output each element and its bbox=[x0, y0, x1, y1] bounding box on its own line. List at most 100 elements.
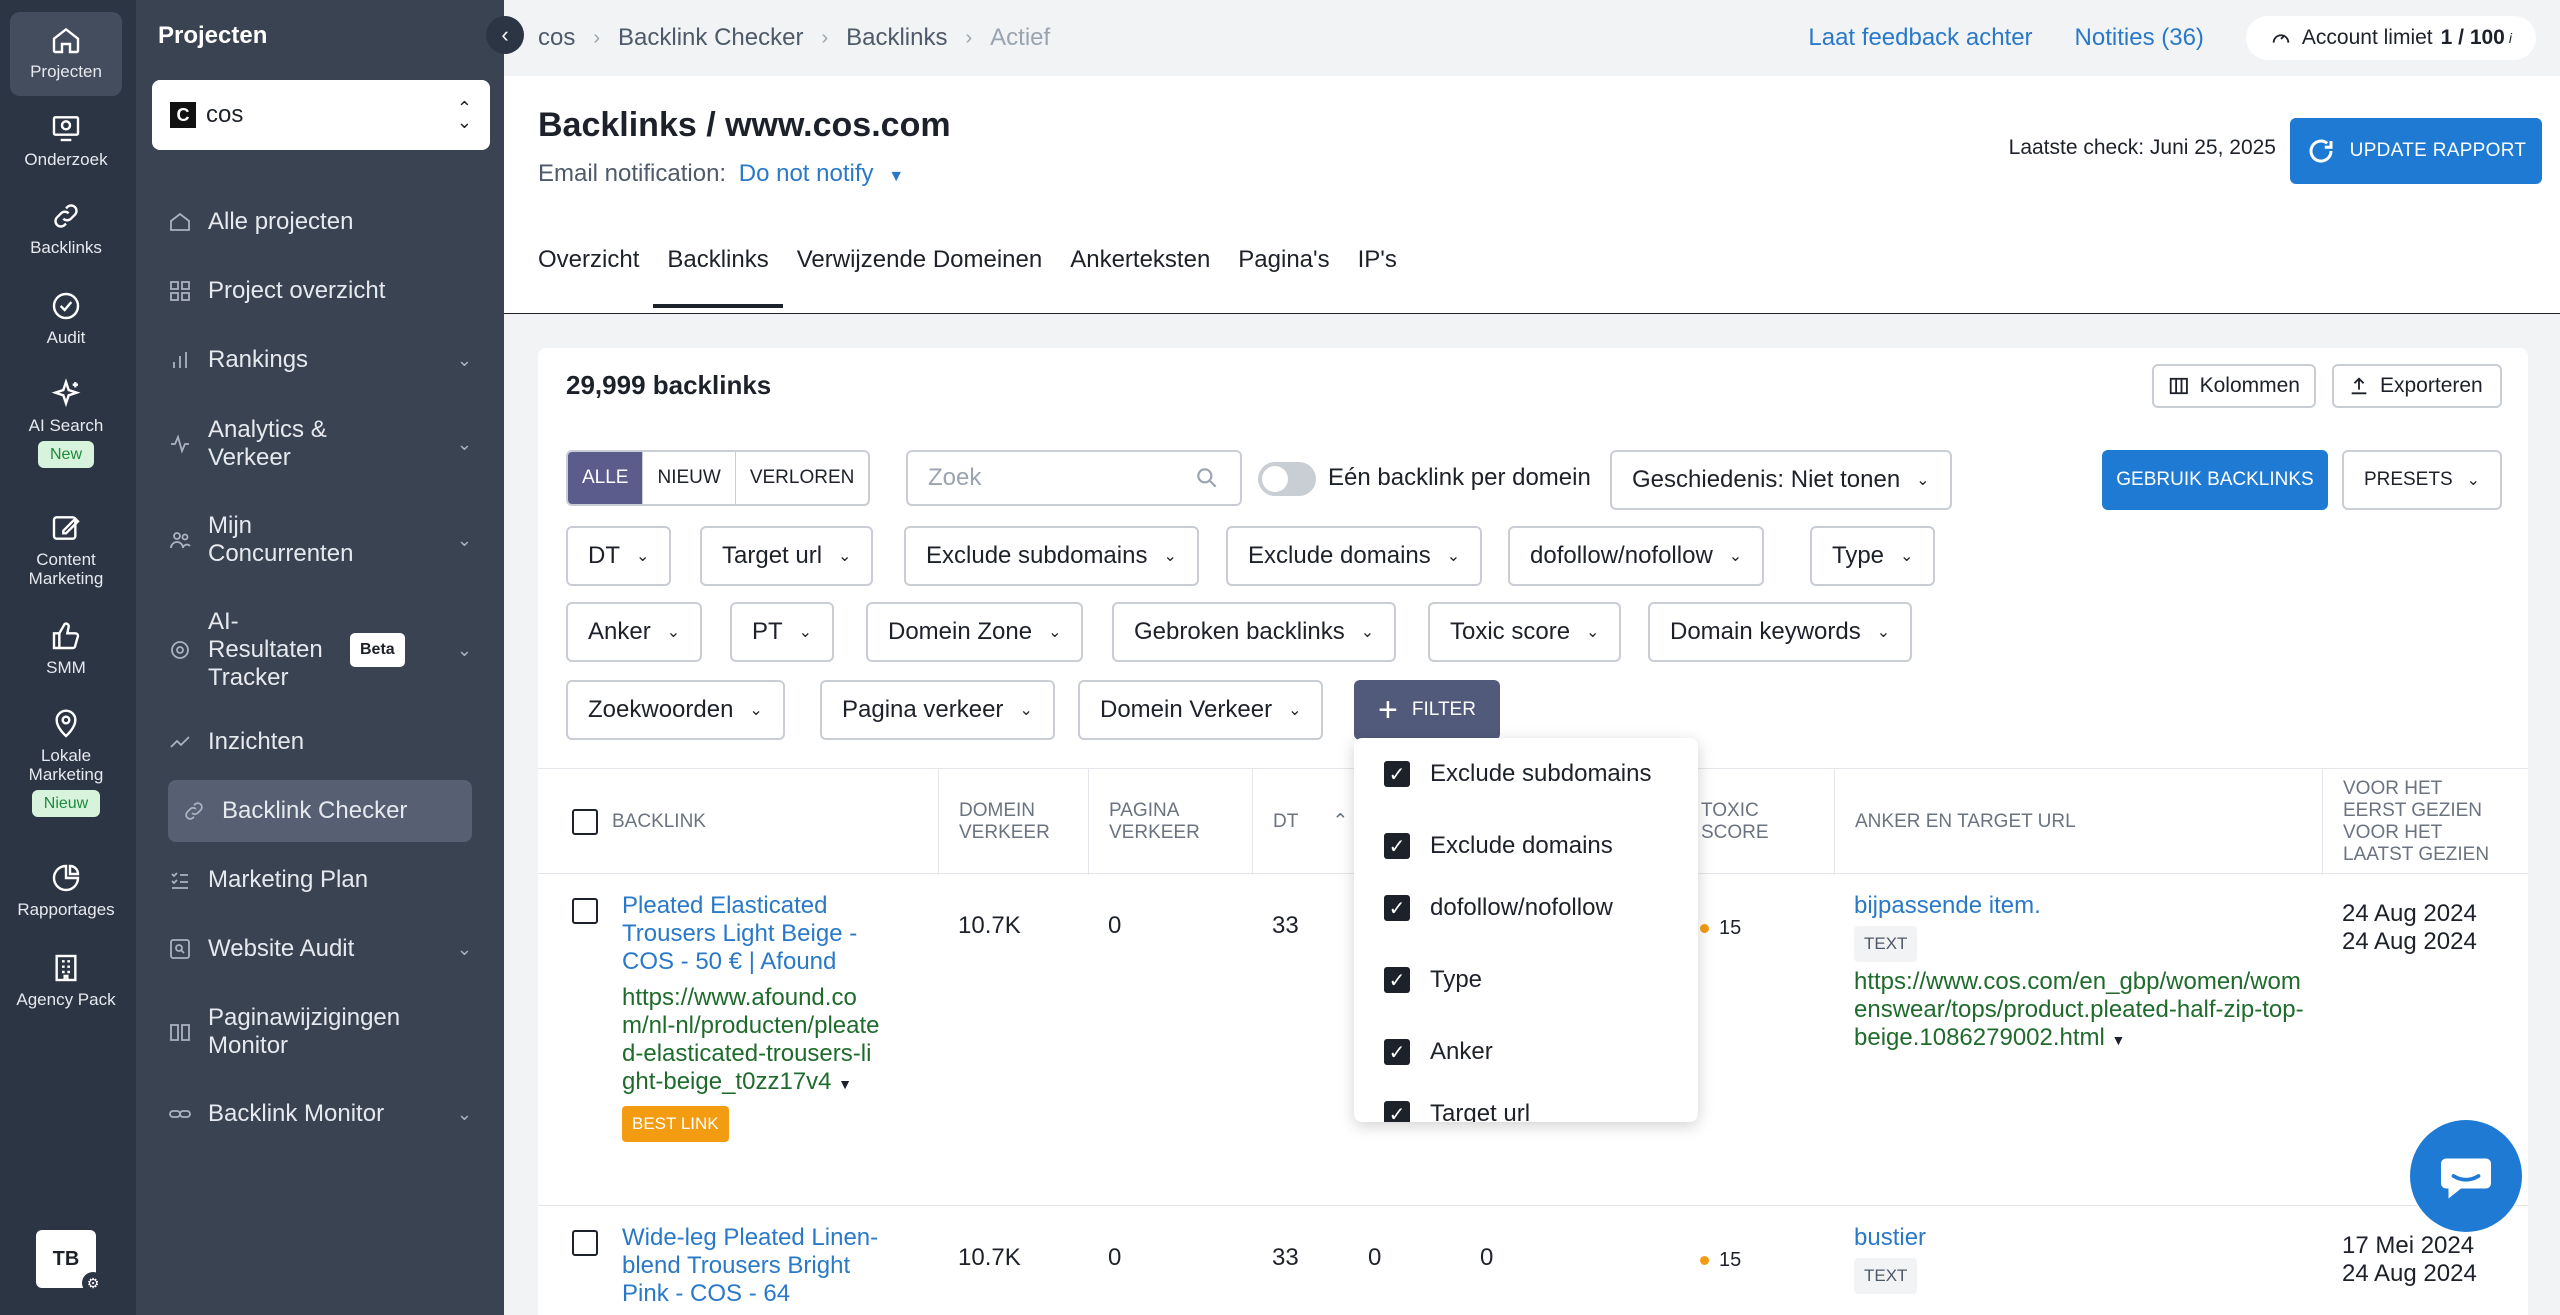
column-toxic-score[interactable]: TOXIC SCORE bbox=[1680, 769, 1834, 875]
tab-overzicht[interactable]: Overzicht bbox=[538, 246, 639, 308]
dropdown-option[interactable]: ✓ Type bbox=[1384, 966, 1482, 994]
avatar[interactable]: TB ⚙ bbox=[36, 1230, 104, 1294]
filter-zoekwoorden[interactable]: Zoekwoorden ⌄ bbox=[566, 680, 785, 740]
sidebar-item-alle-projecten[interactable]: Alle projecten bbox=[168, 208, 472, 236]
checkbox-checked-icon[interactable]: ✓ bbox=[1384, 967, 1410, 993]
tab-ankerteksten[interactable]: Ankerteksten bbox=[1070, 246, 1210, 308]
export-button[interactable]: Exporteren bbox=[2332, 364, 2502, 408]
checkbox-checked-icon[interactable]: ✓ bbox=[1384, 895, 1410, 921]
history-dropdown[interactable]: Geschiedenis: Niet tonen ⌄ bbox=[1610, 450, 1952, 510]
rail-item-smm[interactable]: SMM bbox=[10, 620, 122, 677]
filter-toxic-score[interactable]: Toxic score ⌄ bbox=[1428, 602, 1622, 662]
columns-button[interactable]: Kolommen bbox=[2152, 364, 2316, 408]
select-all-checkbox[interactable] bbox=[572, 809, 598, 835]
filter-anker[interactable]: Anker ⌄ bbox=[566, 602, 703, 662]
dropdown-option[interactable]: ✓ Anker bbox=[1384, 1038, 1493, 1066]
project-selector[interactable]: C cos ⌃ ⌄ bbox=[152, 80, 490, 150]
filter-pt[interactable]: PT ⌄ bbox=[730, 602, 835, 662]
filter-pagina-verkeer[interactable]: Pagina verkeer ⌄ bbox=[820, 680, 1055, 740]
dropdown-option-label: Target url bbox=[1430, 1100, 1531, 1122]
rail-item-backlinks[interactable]: Backlinks bbox=[10, 200, 122, 257]
last-seen: 24 Aug 2024 bbox=[2342, 928, 2477, 955]
dropdown-option[interactable]: ✓ Exclude subdomains bbox=[1384, 760, 1651, 788]
tab-backlinks[interactable]: Backlinks bbox=[653, 246, 783, 308]
rail-item-content-marketing[interactable]: Content Marketing bbox=[10, 512, 122, 588]
notify-dropdown[interactable]: Do not notify ▼ bbox=[739, 160, 904, 187]
backlink-title-link[interactable]: Wide-leg Pleated Linen-blend Trousers Br… bbox=[622, 1224, 882, 1308]
filter-dt[interactable]: DT ⌄ bbox=[566, 526, 672, 586]
sidebar-item-backlink-checker[interactable]: Backlink Checker bbox=[168, 780, 472, 842]
chevron-down-icon: ⌄ bbox=[798, 624, 813, 641]
filter-exclude-domains[interactable]: Exclude domains ⌄ bbox=[1226, 526, 1483, 586]
update-report-button[interactable]: UPDATE RAPPORT bbox=[2290, 118, 2542, 184]
checkbox-checked-icon[interactable]: ✓ bbox=[1384, 1101, 1410, 1122]
breadcrumb-item[interactable]: Backlink Checker bbox=[618, 24, 803, 52]
column-page-traffic[interactable]: PAGINA VERKEER bbox=[1088, 769, 1252, 875]
rail-item-agency-pack[interactable]: Agency Pack bbox=[10, 952, 122, 1009]
filter-type[interactable]: Type ⌄ bbox=[1810, 526, 1936, 586]
segment-alle[interactable]: ALLE bbox=[568, 452, 644, 504]
target-url[interactable]: https://www.cos.com/en_gbp/women/womensw… bbox=[1854, 968, 2304, 1054]
filter-dofollow[interactable]: dofollow/nofollow ⌄ bbox=[1508, 526, 1765, 586]
dropdown-option[interactable]: ✓ dofollow/nofollow bbox=[1384, 894, 1613, 922]
rail-item-audit[interactable]: Audit bbox=[10, 290, 122, 347]
segment-verloren[interactable]: VERLOREN bbox=[736, 452, 869, 504]
checkbox-checked-icon[interactable]: ✓ bbox=[1384, 833, 1410, 859]
sidebar-item-ai-tracker[interactable]: AI-Resultaten Tracker Beta ⌄ bbox=[168, 608, 472, 692]
dropdown-option[interactable]: ✓ Target url bbox=[1384, 1100, 1530, 1122]
filter-domain-keywords[interactable]: Domain keywords ⌄ bbox=[1648, 602, 1913, 662]
notes-link[interactable]: Notities (36) bbox=[2075, 24, 2204, 52]
checkbox-checked-icon[interactable]: ✓ bbox=[1384, 1039, 1410, 1065]
one-per-domain-toggle[interactable] bbox=[1258, 462, 1316, 496]
anchor-text-link[interactable]: bustier bbox=[1854, 1224, 2304, 1252]
sidebar-item-project-overzicht[interactable]: Project overzicht bbox=[168, 277, 472, 305]
filter-exclude-subdomains[interactable]: Exclude subdomains ⌄ bbox=[904, 526, 1199, 586]
row-checkbox[interactable] bbox=[572, 1230, 598, 1256]
sidebar-item-analytics[interactable]: Analytics & Verkeer ⌄ bbox=[168, 416, 472, 472]
tab-verwijzende-domeinen[interactable]: Verwijzende Domeinen bbox=[797, 246, 1042, 308]
backlink-title-link[interactable]: Pleated Elasticated Trousers Light Beige… bbox=[622, 892, 882, 976]
sidebar-item-inzichten[interactable]: Inzichten bbox=[168, 728, 472, 756]
sidebar-item-rankings[interactable]: Rankings ⌄ bbox=[168, 346, 472, 374]
column-backlink[interactable]: BACKLINK bbox=[538, 769, 938, 875]
chat-button[interactable] bbox=[2410, 1120, 2522, 1232]
collapse-sidebar-button[interactable]: ‹ bbox=[486, 16, 524, 54]
sidebar-item-marketing-plan[interactable]: Marketing Plan bbox=[168, 866, 472, 894]
filter-domein-zone[interactable]: Domein Zone ⌄ bbox=[866, 602, 1084, 662]
anchor-text-link[interactable]: bijpassende item. bbox=[1854, 892, 2304, 920]
presets-button[interactable]: PRESETS ⌄ bbox=[2342, 450, 2502, 510]
account-limit[interactable]: Account limiet 1 / 100 i bbox=[2245, 16, 2536, 60]
column-seen[interactable]: VOOR HET EERST GEZIEN VOOR HET LAATST GE… bbox=[2322, 769, 2528, 875]
column-anchor[interactable]: ANKER EN TARGET URL bbox=[1834, 769, 2322, 875]
tab-ips[interactable]: IP's bbox=[1358, 246, 1397, 308]
feedback-link[interactable]: Laat feedback achter bbox=[1808, 24, 2032, 52]
filter-target-url[interactable]: Target url ⌄ bbox=[700, 526, 874, 586]
rail-item-rapportages[interactable]: Rapportages bbox=[10, 862, 122, 919]
row-checkbox[interactable] bbox=[572, 898, 598, 924]
filter-label: PT bbox=[752, 618, 783, 645]
add-filter-button[interactable]: + FILTER bbox=[1354, 680, 1500, 740]
sidebar-item-backlink-monitor[interactable]: Backlink Monitor ⌄ bbox=[168, 1100, 472, 1128]
dropdown-option[interactable]: ✓ Exclude domains bbox=[1384, 832, 1613, 860]
info-icon[interactable]: i bbox=[2509, 30, 2512, 46]
sidebar-item-paginawijzigingen[interactable]: Paginawijzigingen Monitor bbox=[168, 1004, 472, 1060]
rail-item-projecten[interactable]: Projecten bbox=[10, 12, 122, 96]
tab-paginas[interactable]: Pagina's bbox=[1238, 246, 1329, 308]
rail-item-onderzoek[interactable]: Onderzoek bbox=[10, 112, 122, 169]
search-input[interactable]: Zoek bbox=[906, 450, 1242, 506]
breadcrumb-item[interactable]: cos bbox=[538, 24, 575, 52]
checkbox-checked-icon[interactable]: ✓ bbox=[1384, 761, 1410, 787]
use-backlinks-button[interactable]: GEBRUIK BACKLINKS bbox=[2102, 450, 2328, 510]
sidebar-item-website-audit[interactable]: Website Audit ⌄ bbox=[168, 935, 472, 963]
segment-nieuw[interactable]: NIEUW bbox=[643, 452, 736, 504]
sidebar-item-concurrenten[interactable]: Mijn Concurrenten ⌄ bbox=[168, 512, 472, 568]
column-dt[interactable]: DT ⌃ bbox=[1252, 769, 1362, 875]
columns-label: Kolommen bbox=[2199, 374, 2300, 397]
breadcrumb-item[interactable]: Backlinks bbox=[846, 24, 947, 52]
rail-item-ai-search[interactable]: AI Search New bbox=[10, 378, 122, 468]
filter-domein-verkeer[interactable]: Domein Verkeer ⌄ bbox=[1078, 680, 1324, 740]
rail-item-lokale-marketing[interactable]: Lokale Marketing Nieuw bbox=[10, 708, 122, 817]
backlink-url[interactable]: https://www.afound.com/nl-nl/producten/p… bbox=[622, 984, 882, 1098]
filter-gebroken-backlinks[interactable]: Gebroken backlinks ⌄ bbox=[1112, 602, 1397, 662]
column-domain-traffic[interactable]: DOMEIN VERKEER bbox=[938, 769, 1088, 875]
